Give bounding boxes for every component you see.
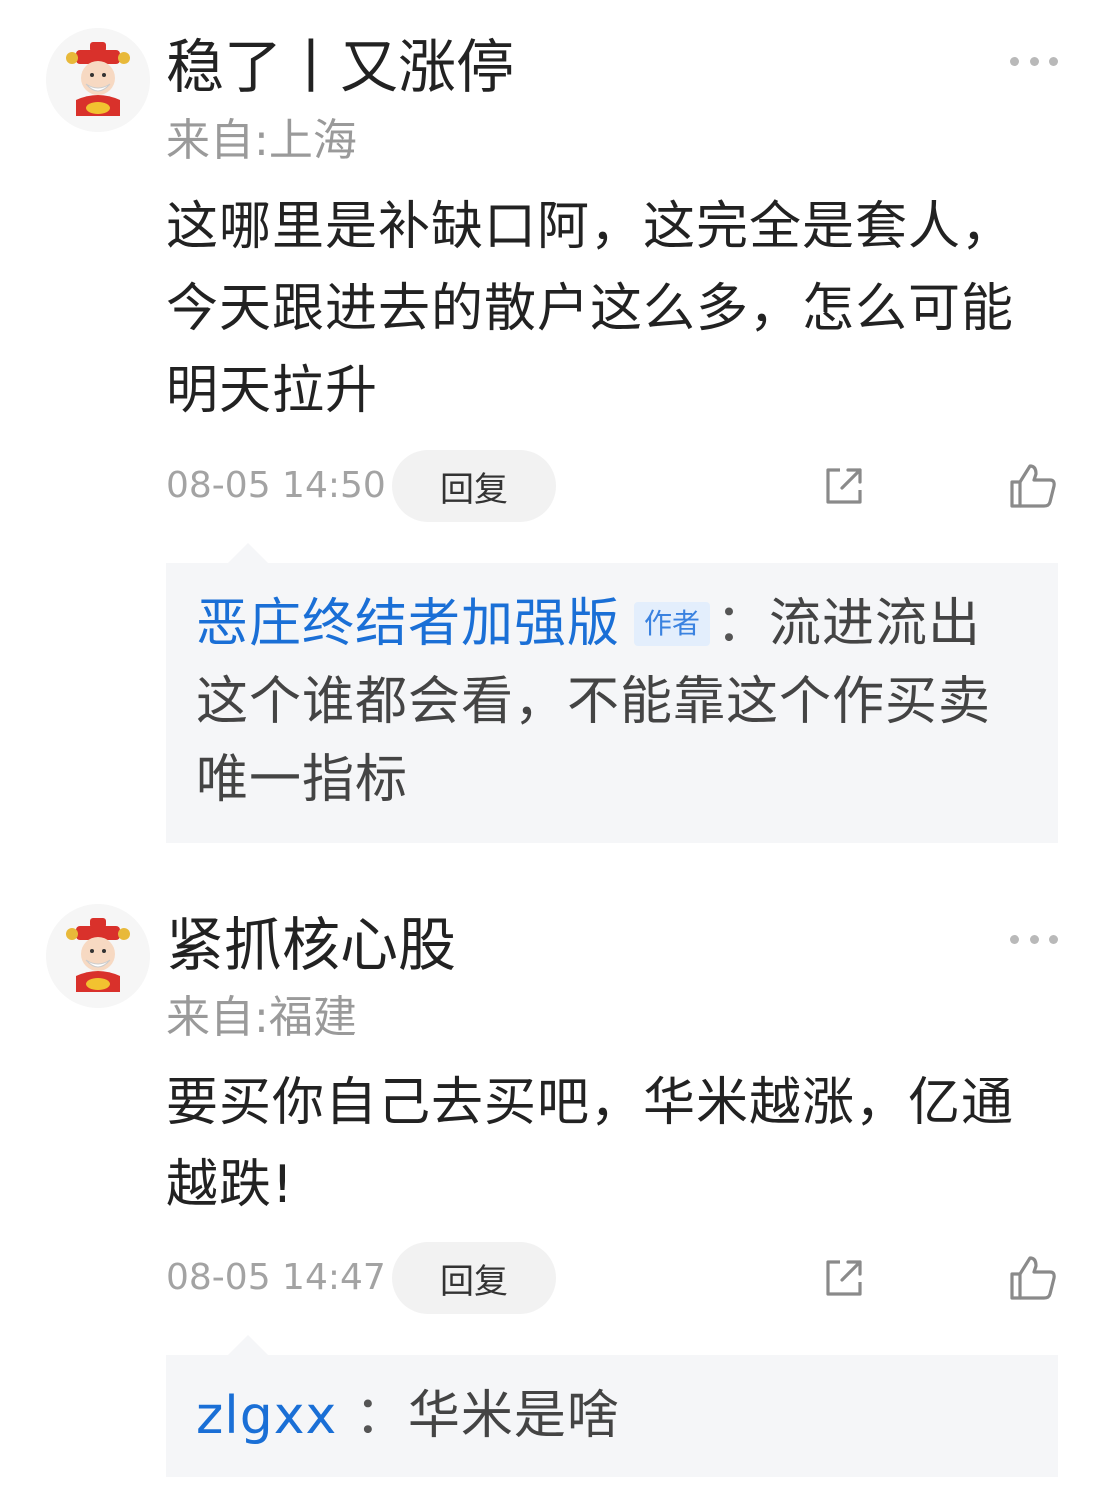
timestamp: 08-05 14:50 <box>166 465 386 506</box>
timestamp: 08-05 14:47 <box>166 1257 386 1298</box>
location-label: 来自:福建 <box>166 992 357 1043</box>
comment-item: 稳了丨又涨停 来自:上海 这哪里是补缺口阿，这完全是套人，今天跟进去的散户这么多… <box>0 0 1104 880</box>
share-icon[interactable] <box>820 1254 868 1302</box>
reply-username[interactable]: zlgxx <box>196 1386 337 1446</box>
fortune-god-avatar-icon <box>46 28 150 132</box>
comment-item: 紧抓核心股 来自:福建 要买你自己去买吧，华米越涨，亿通越跌! 08-05 14… <box>0 880 1104 1509</box>
more-dots-icon[interactable] <box>1010 932 1058 946</box>
share-icon[interactable] <box>820 462 868 510</box>
username[interactable]: 紧抓核心股 <box>166 910 456 980</box>
avatar[interactable] <box>46 28 150 132</box>
reply-text-line: zlgxx ：华米是啥 <box>196 1377 1028 1455</box>
fortune-god-avatar-icon <box>46 904 150 1008</box>
comment-meta: 08-05 14:47 回复 <box>166 1242 1058 1314</box>
reply-preview[interactable]: zlgxx ：华米是啥 <box>166 1335 1058 1477</box>
reply-button[interactable]: 回复 <box>392 1242 556 1314</box>
reply-username[interactable]: 恶庄终结者加强版 <box>196 594 620 654</box>
reply-text-line: 恶庄终结者加强版 作者 ：流进流出这个谁都会看，不能靠这个作买卖唯一指标 <box>196 585 1028 819</box>
avatar[interactable] <box>46 904 150 1008</box>
author-badge: 作者 <box>634 602 711 646</box>
reply-content: 华米是啥 <box>407 1386 620 1446</box>
reply-separator: ： <box>716 594 770 654</box>
comment-text: 这哪里是补缺口阿，这完全是套人，今天跟进去的散户这么多，怎么可能明天拉升 <box>166 197 1015 421</box>
username[interactable]: 稳了丨又涨停 <box>166 32 514 102</box>
reply-button[interactable]: 回复 <box>392 450 556 522</box>
reply-separator: ： <box>337 1386 408 1446</box>
comment-meta: 08-05 14:50 回复 <box>166 450 1058 522</box>
location-label: 来自:上海 <box>166 115 357 166</box>
thumbs-up-icon[interactable] <box>1008 1254 1058 1302</box>
comment-text: 要买你自己去买吧，华米越涨，亿通越跌! <box>166 1073 1015 1215</box>
more-dots-icon[interactable] <box>1010 54 1058 68</box>
thumbs-up-icon[interactable] <box>1008 462 1058 510</box>
reply-preview[interactable]: 恶庄终结者加强版 作者 ：流进流出这个谁都会看，不能靠这个作买卖唯一指标 <box>166 543 1058 843</box>
